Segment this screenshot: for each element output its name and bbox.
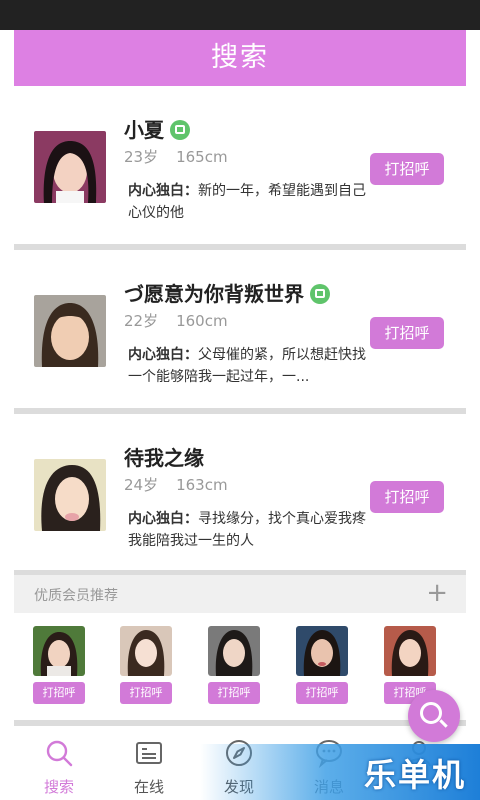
recommend-avatar[interactable] bbox=[33, 626, 85, 676]
tab-online[interactable]: 在线 bbox=[114, 738, 184, 797]
profile-card[interactable]: 待我之缘 24岁 163cm 内心独白：寻找缘分，找个真心爱我疼我能陪我过一生的人… bbox=[14, 422, 466, 572]
tab-search[interactable]: 搜索 bbox=[24, 738, 94, 797]
greet-button[interactable]: 打招呼 bbox=[370, 481, 444, 513]
profile-meta: 22岁 160cm bbox=[124, 310, 228, 331]
profile-meta: 24岁 163cm bbox=[124, 474, 228, 495]
greet-button[interactable]: 打招呼 bbox=[208, 682, 260, 704]
tab-label: 在线 bbox=[133, 778, 164, 796]
profile-age: 24岁 bbox=[124, 476, 159, 494]
profile-bio: 内心独白：父母催的紧，所以想赶快找一个能够陪我一起过年，一... bbox=[128, 344, 368, 388]
divider bbox=[14, 244, 466, 250]
recommend-avatar[interactable] bbox=[296, 626, 348, 676]
profile-height: 163cm bbox=[176, 476, 228, 494]
verified-icon bbox=[310, 283, 330, 304]
profile-name: 小夏 bbox=[124, 114, 190, 143]
greet-button[interactable]: 打招呼 bbox=[33, 682, 85, 704]
recommend-item[interactable]: 打招呼 bbox=[296, 626, 348, 704]
profile-bio: 内心独白：寻找缘分，找个真心爱我疼我能陪我过一生的人 bbox=[128, 508, 368, 552]
plus-icon[interactable]: + bbox=[426, 579, 448, 607]
divider bbox=[14, 408, 466, 414]
recommend-item[interactable]: 打招呼 bbox=[120, 626, 172, 704]
recommend-header: 优质会员推荐 + bbox=[14, 575, 466, 613]
profile-bio: 内心独白：新的一年，希望能遇到自己心仪的他 bbox=[128, 180, 368, 224]
floating-search-button[interactable] bbox=[408, 690, 460, 742]
profile-age: 22岁 bbox=[124, 312, 159, 330]
profile-card[interactable]: づ愿意为你背叛世界 22岁 160cm 内心独白：父母催的紧，所以想赶快找一个能够… bbox=[14, 258, 466, 408]
profile-card[interactable]: 小夏 23岁 165cm 内心独白：新的一年，希望能遇到自己心仪的他 打招呼 bbox=[14, 94, 466, 244]
watermark: 乐单机 bbox=[200, 744, 480, 800]
profile-height: 160cm bbox=[176, 312, 228, 330]
bio-label: 内心独白： bbox=[128, 511, 198, 527]
status-bar bbox=[0, 0, 480, 30]
page-title: 搜索 bbox=[14, 30, 466, 86]
greet-button[interactable]: 打招呼 bbox=[370, 153, 444, 185]
recommend-item[interactable]: 打招呼 bbox=[33, 626, 85, 704]
app-frame: 搜索 小夏 23岁 165cm 内心独白：新的一年，希望能遇到自己心仪的他 打招呼 bbox=[14, 30, 466, 800]
profile-name: づ愿意为你背叛世界 bbox=[124, 278, 330, 307]
profile-meta: 23岁 165cm bbox=[124, 146, 228, 167]
avatar[interactable] bbox=[34, 459, 106, 531]
recommend-avatar[interactable] bbox=[208, 626, 260, 676]
greet-button[interactable]: 打招呼 bbox=[120, 682, 172, 704]
profile-height: 165cm bbox=[176, 148, 228, 166]
profile-name: 待我之缘 bbox=[124, 446, 204, 470]
verified-icon bbox=[170, 119, 190, 140]
search-icon bbox=[46, 740, 73, 767]
greet-button[interactable]: 打招呼 bbox=[296, 682, 348, 704]
recommend-avatar[interactable] bbox=[120, 626, 172, 676]
profile-age: 23岁 bbox=[124, 148, 159, 166]
recommend-title: 优质会员推荐 bbox=[34, 588, 118, 604]
recommend-item[interactable]: 打招呼 bbox=[208, 626, 260, 704]
id-card-icon bbox=[136, 742, 162, 764]
bio-label: 内心独白： bbox=[128, 347, 198, 363]
tab-label: 搜索 bbox=[43, 778, 74, 796]
bio-label: 内心独白： bbox=[128, 183, 198, 199]
recommend-avatar[interactable] bbox=[384, 626, 436, 676]
avatar[interactable] bbox=[34, 131, 106, 203]
watermark-text: 乐单机 bbox=[363, 756, 466, 794]
avatar[interactable] bbox=[34, 295, 106, 367]
greet-button[interactable]: 打招呼 bbox=[370, 317, 444, 349]
